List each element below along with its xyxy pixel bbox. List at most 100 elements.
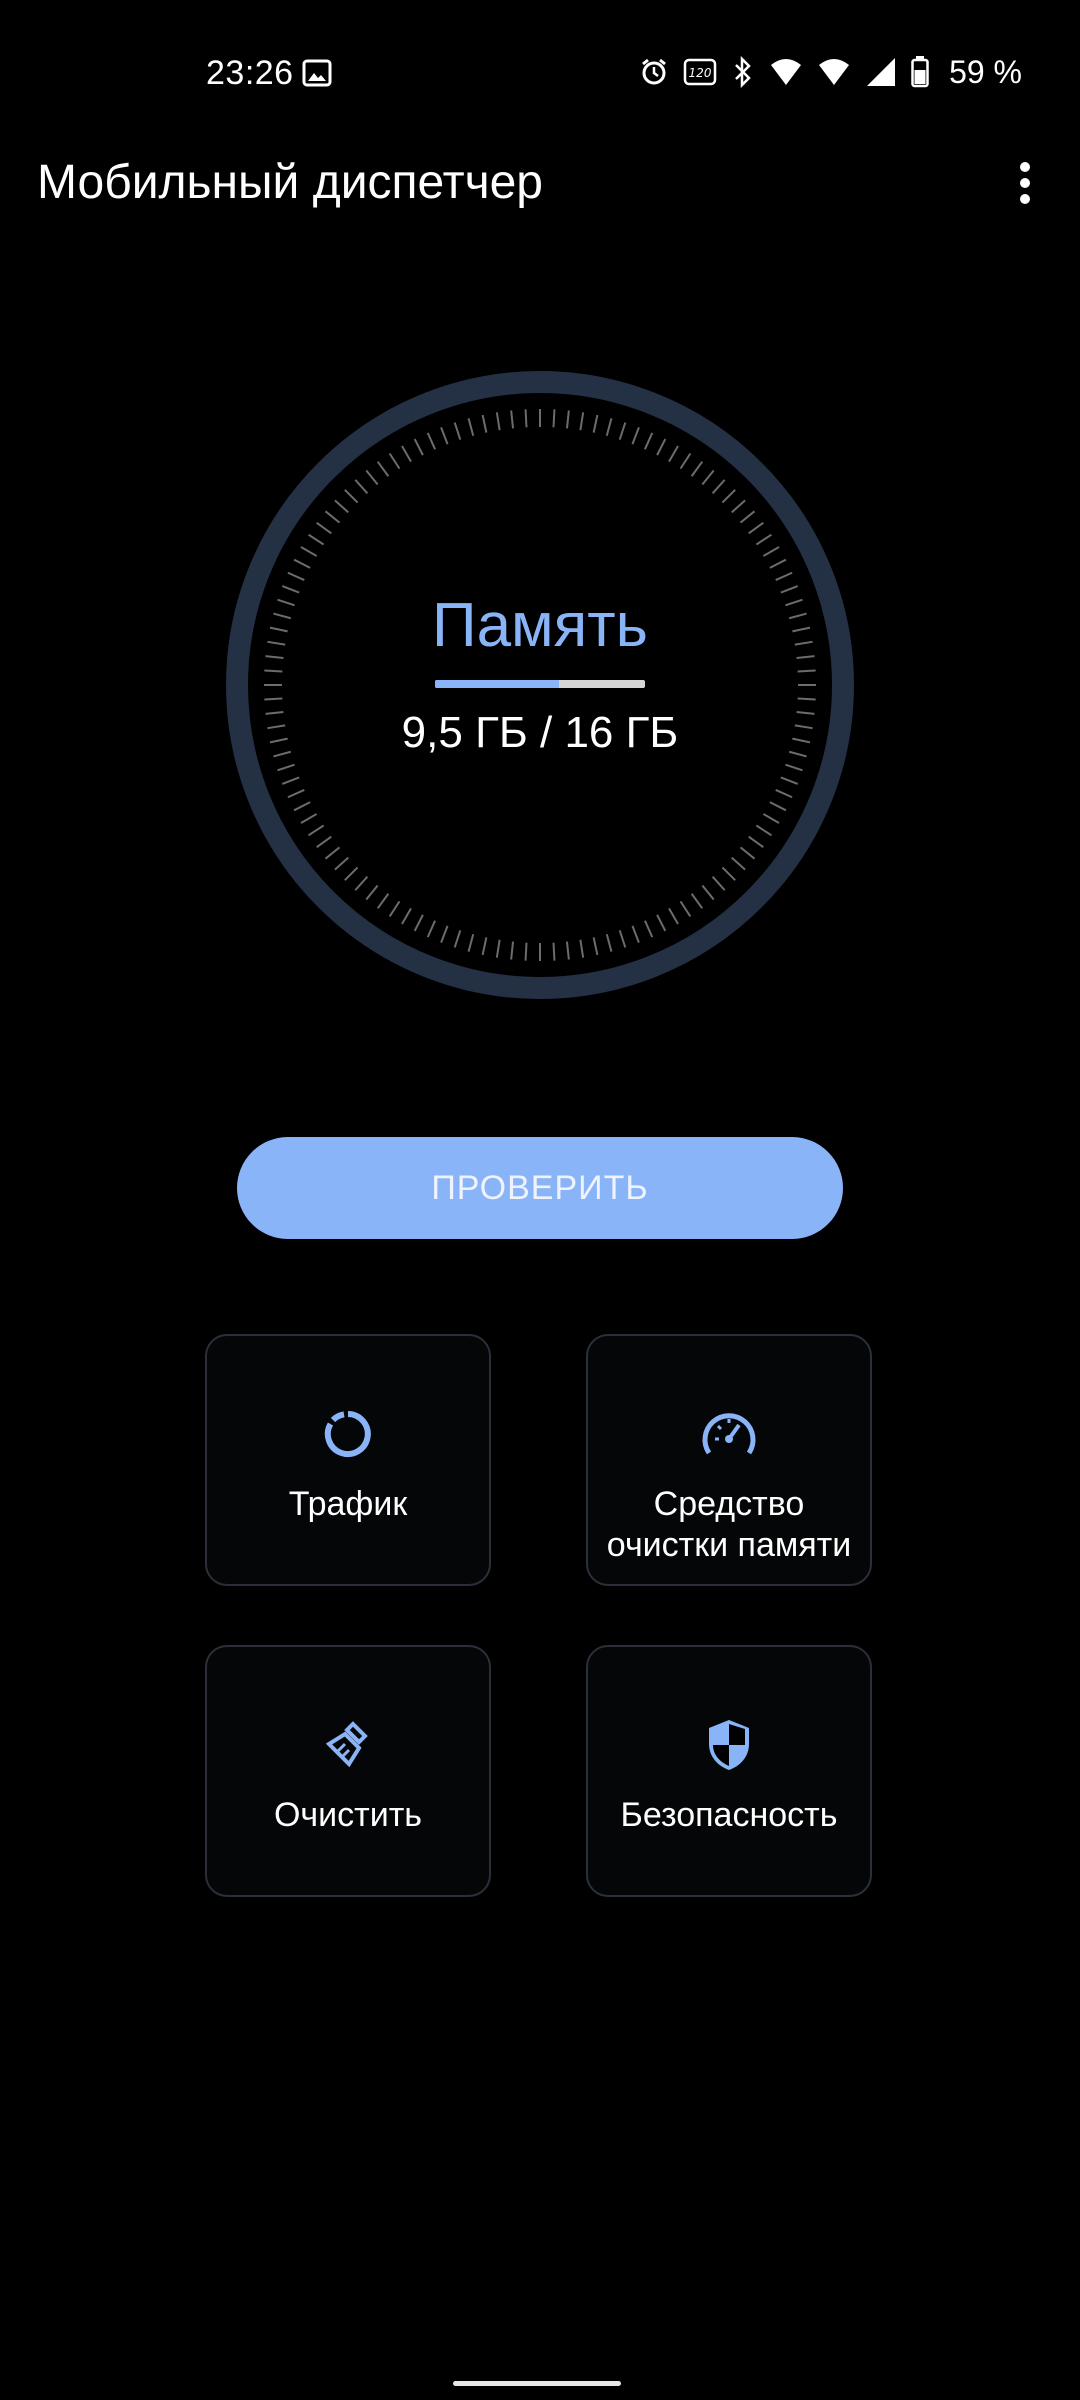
broom-icon [320, 1717, 376, 1773]
gauge-tick [293, 558, 311, 569]
gauge-tick [721, 866, 736, 881]
gauge-tick [565, 410, 570, 429]
gauge-tick [748, 835, 764, 849]
gauge-tick [413, 438, 424, 456]
gauge-tick [401, 445, 412, 463]
gauge-tick [775, 789, 793, 799]
gauge-tick [467, 933, 475, 952]
gauge-tick [731, 499, 746, 514]
gauge-tick [690, 893, 704, 909]
gauge-tick [413, 914, 424, 932]
gauge-tick [354, 479, 369, 494]
more-options-button[interactable] [1000, 150, 1050, 216]
gauge-tick [324, 510, 341, 524]
gauge-tick [324, 846, 341, 860]
speedometer-icon [701, 1406, 757, 1462]
gauge-tick [354, 876, 369, 891]
gauge-tick [293, 801, 311, 812]
gauge-tick [307, 533, 325, 546]
svg-text:6: 6 [841, 73, 849, 87]
gauge-tick [701, 884, 715, 901]
wifi6-icon-2: 6 [817, 57, 851, 87]
gauge-tick [579, 412, 585, 431]
gauge-tick [453, 422, 462, 440]
gauge-tick [731, 856, 746, 871]
gauge-tick [481, 414, 488, 433]
tile-traffic[interactable]: Трафик [205, 1334, 491, 1586]
cellular-signal-icon [865, 56, 897, 88]
gauge-tick [334, 856, 349, 871]
gauge-tick [755, 824, 773, 837]
gauge-tick [307, 824, 325, 837]
gauge-tick [281, 776, 300, 785]
gauge-tick [668, 907, 679, 925]
gauge-tick [656, 438, 667, 456]
gauge-tick [552, 409, 556, 428]
gauge-tick [524, 409, 528, 428]
tile-label: Средство очистки памяти [606, 1485, 852, 1564]
memory-usage-text: 9,5 ГБ / 16 ГБ [401, 708, 679, 757]
more-vert-icon [1020, 162, 1030, 204]
gauge-tick [755, 533, 773, 546]
gauge-tick [780, 776, 799, 785]
gauge-tick [287, 789, 305, 799]
gauge-tick [344, 866, 359, 881]
gauge-tick [388, 900, 401, 918]
gauge-tick [264, 697, 283, 701]
gauge-tick [524, 942, 528, 961]
gauge-tick [467, 418, 475, 437]
status-time: 23:26 [206, 54, 294, 92]
svg-text:6: 6 [793, 73, 801, 87]
gauge-tick [711, 876, 726, 891]
tile-label: Трафик [288, 1485, 408, 1523]
data-usage-icon [320, 1406, 376, 1462]
memory-usage-bar-fill [435, 680, 559, 688]
gauge-tick [426, 920, 436, 938]
gauge-tick [334, 499, 349, 514]
page-title: Мобильный диспетчер [37, 156, 543, 209]
gauge-tick [287, 571, 305, 581]
gauge-tick [721, 489, 736, 504]
gauge-tick [748, 521, 764, 535]
gauge-tick [711, 479, 726, 494]
gauge-tick [797, 669, 816, 673]
memory-usage-bar [435, 680, 645, 688]
battery-icon [911, 56, 929, 88]
gauge-tick [668, 445, 679, 463]
gauge-tick [365, 469, 379, 486]
gauge-tick [631, 426, 640, 445]
gauge-tick [264, 669, 283, 673]
gauge-tick [775, 571, 793, 581]
gauge-tick [277, 763, 295, 772]
home-indicator[interactable] [453, 2381, 621, 2386]
tile-label: Очистить [273, 1796, 422, 1834]
gauge-tick [495, 412, 501, 431]
gauge-tick [495, 939, 501, 958]
gauge-tick [481, 937, 488, 956]
gauge-tick [388, 452, 401, 470]
gauge-tick [797, 697, 816, 701]
gauge-tick [785, 763, 803, 772]
gauge-tick [631, 925, 640, 944]
gauge-tick [644, 432, 654, 450]
gauge-tick [739, 510, 756, 524]
gauge-tick [679, 900, 692, 918]
gauge-tick [440, 925, 449, 944]
tile-memory-cleaner[interactable]: Средство очистки памяти [586, 1334, 872, 1586]
gauge-tick [365, 884, 379, 901]
gauge-tick [453, 930, 462, 948]
gauge-tick [579, 939, 585, 958]
gauge-tick [679, 452, 692, 470]
alarm-icon [639, 57, 669, 87]
gauge-tick [739, 846, 756, 860]
gauge-tick [344, 489, 359, 504]
tile-clean[interactable]: Очистить [205, 1645, 491, 1897]
gauge-tick [690, 461, 704, 477]
shield-icon [701, 1717, 757, 1773]
gauge-tick [552, 942, 556, 961]
check-button[interactable]: ПРОВЕРИТЬ [237, 1137, 843, 1239]
gauge-tick [592, 414, 599, 433]
tile-security[interactable]: Безопасность [586, 1645, 872, 1897]
gauge-tick [656, 914, 667, 932]
gauge-tick [592, 937, 599, 956]
